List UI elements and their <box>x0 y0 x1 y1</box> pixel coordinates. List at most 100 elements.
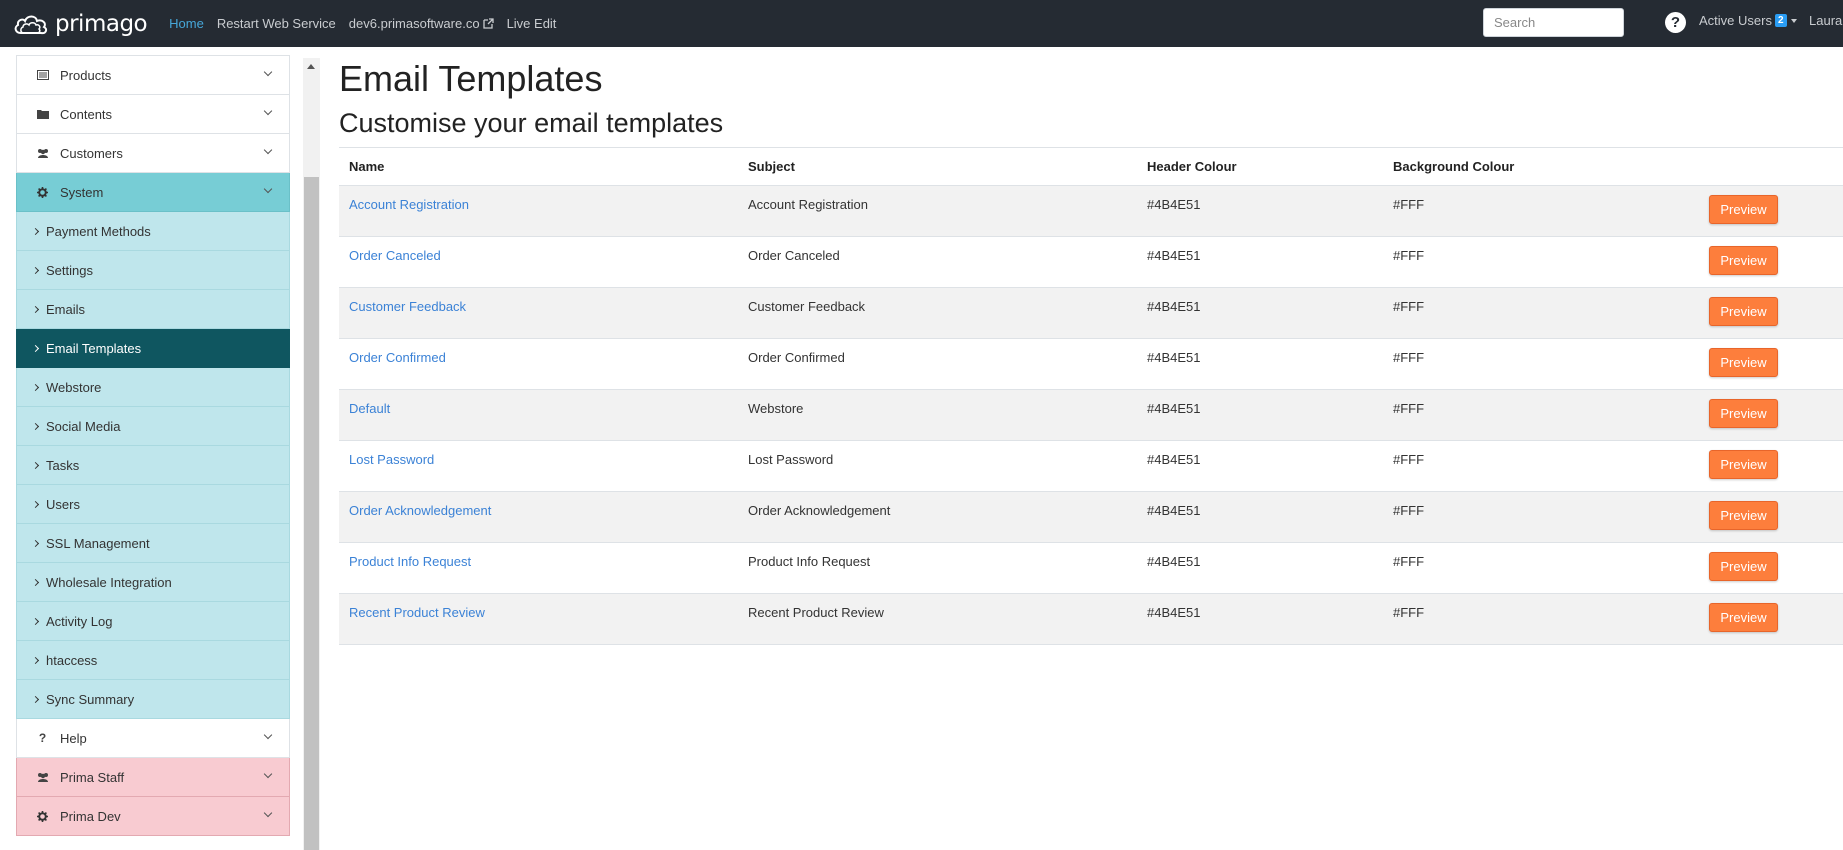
sidebar-subitem-users[interactable]: Users <box>16 485 290 524</box>
sidebar-subitem-ssl-management[interactable]: SSL Management <box>16 524 290 563</box>
nav-home[interactable]: Home <box>169 16 204 31</box>
sidebar-item-contents[interactable]: Contents <box>16 95 290 134</box>
template-header-colour: #4B4E51 <box>1137 185 1383 237</box>
table-row: Product Info Request Product Info Reques… <box>339 542 1843 594</box>
template-name-link[interactable]: Order Acknowledgement <box>339 491 738 543</box>
sidebar-scrollbar[interactable] <box>303 58 320 850</box>
preview-button[interactable]: Preview <box>1709 399 1778 428</box>
chevron-right-icon <box>31 617 40 625</box>
chevron-right-icon <box>31 383 40 391</box>
template-subject: Order Confirmed <box>738 338 1137 390</box>
user-menu[interactable]: Laura <box>1809 13 1842 28</box>
sidebar: Products Contents Customers System Payme… <box>16 55 290 836</box>
preview-button[interactable]: Preview <box>1709 552 1778 581</box>
template-subject: Product Info Request <box>738 542 1137 594</box>
sidebar-item-products[interactable]: Products <box>16 55 290 95</box>
preview-button[interactable]: Preview <box>1709 195 1778 224</box>
brand-name: primago <box>55 10 148 37</box>
gear-icon <box>35 810 50 822</box>
sidebar-subitem-htaccess[interactable]: htaccess <box>16 641 290 680</box>
chevron-down-icon <box>263 67 273 77</box>
scroll-up-arrow-icon[interactable] <box>303 58 320 75</box>
nav-restart-web-service[interactable]: Restart Web Service <box>217 16 336 31</box>
template-subject: Recent Product Review <box>738 593 1137 645</box>
template-name-link[interactable]: Customer Feedback <box>339 287 738 339</box>
sidebar-subitem-sync-summary[interactable]: Sync Summary <box>16 680 290 719</box>
template-name-link[interactable]: Lost Password <box>339 440 738 492</box>
preview-button[interactable]: Preview <box>1709 501 1778 530</box>
template-header-colour: #4B4E51 <box>1137 236 1383 288</box>
template-name-link[interactable]: Order Confirmed <box>339 338 738 390</box>
template-actions-cell: Preview <box>1699 287 1843 339</box>
template-header-colour: #4B4E51 <box>1137 440 1383 492</box>
template-name-link[interactable]: Product Info Request <box>339 542 738 594</box>
template-header-colour: #4B4E51 <box>1137 542 1383 594</box>
sidebar-subitem-social-media[interactable]: Social Media <box>16 407 290 446</box>
active-users-dropdown[interactable]: Active Users 2 <box>1699 13 1797 28</box>
chevron-right-icon <box>31 656 40 664</box>
sidebar-subitem-emails[interactable]: Emails <box>16 290 290 329</box>
sidebar-item-prima-dev[interactable]: Prima Dev <box>16 797 290 836</box>
table-row: Order Confirmed Order Confirmed #4B4E51 … <box>339 338 1843 390</box>
template-subject: Account Registration <box>738 185 1137 237</box>
sidebar-subitem-webstore[interactable]: Webstore <box>16 368 290 407</box>
search-input[interactable] <box>1483 8 1624 37</box>
top-navbar: primago Home Restart Web Service dev6.pr… <box>0 0 1843 47</box>
chevron-down-icon <box>263 106 273 116</box>
template-background-colour: #FFF <box>1383 185 1699 237</box>
sidebar-subitem-wholesale-integration[interactable]: Wholesale Integration <box>16 563 290 602</box>
sidebar-subitem-tasks[interactable]: Tasks <box>16 446 290 485</box>
sidebar-subitem-label: Settings <box>46 262 93 278</box>
preview-button[interactable]: Preview <box>1709 450 1778 479</box>
chevron-right-icon <box>31 305 40 313</box>
scrollbar-thumb[interactable] <box>304 177 319 850</box>
template-name-link[interactable]: Recent Product Review <box>339 593 738 645</box>
template-header-colour: #4B4E51 <box>1137 287 1383 339</box>
template-name-link[interactable]: Default <box>339 389 738 441</box>
brand-logo[interactable]: primago <box>12 0 148 47</box>
sidebar-subitem-payment-methods[interactable]: Payment Methods <box>16 212 290 251</box>
chevron-down-icon <box>263 184 273 194</box>
sidebar-item-help[interactable]: ? Help <box>16 719 290 758</box>
sidebar-subitem-label: SSL Management <box>46 535 150 551</box>
preview-button[interactable]: Preview <box>1709 246 1778 275</box>
page-subtitle: Customise your email templates <box>339 108 724 138</box>
template-name-link[interactable]: Account Registration <box>339 185 738 237</box>
preview-button[interactable]: Preview <box>1709 348 1778 377</box>
chevron-right-icon <box>31 422 40 430</box>
sidebar-subitem-email-templates[interactable]: Email Templates <box>16 329 290 368</box>
table-row: Customer Feedback Customer Feedback #4B4… <box>339 287 1843 339</box>
sidebar-subitem-label: Webstore <box>46 379 102 395</box>
sidebar-item-customers[interactable]: Customers <box>16 134 290 173</box>
sidebar-item-label: Prima Staff <box>60 769 125 785</box>
column-header-actions <box>1699 147 1843 186</box>
cloud-logo-icon <box>14 15 48 34</box>
main-content: Email Templates Customise your email tem… <box>339 55 1843 645</box>
chevron-right-icon <box>31 578 40 586</box>
sidebar-subitem-settings[interactable]: Settings <box>16 251 290 290</box>
template-background-colour: #FFF <box>1383 440 1699 492</box>
template-actions-cell: Preview <box>1699 338 1843 390</box>
sidebar-item-system[interactable]: System <box>16 173 290 212</box>
template-background-colour: #FFF <box>1383 236 1699 288</box>
users-icon <box>35 148 50 158</box>
preview-button[interactable]: Preview <box>1709 297 1778 326</box>
template-name-link[interactable]: Order Canceled <box>339 236 738 288</box>
email-templates-table: Name Subject Header Colour Background Co… <box>339 147 1843 645</box>
chevron-right-icon <box>31 266 40 274</box>
help-icon[interactable]: ? <box>1665 12 1686 33</box>
chevron-down-icon <box>263 145 273 155</box>
nav-site-link[interactable]: dev6.primasoftware.co <box>349 16 494 31</box>
sidebar-subitem-label: htaccess <box>46 652 98 668</box>
preview-button[interactable]: Preview <box>1709 603 1778 632</box>
template-actions-cell: Preview <box>1699 491 1843 543</box>
table-row: Account Registration Account Registratio… <box>339 185 1843 237</box>
question-icon: ? <box>38 731 47 745</box>
chevron-down-icon <box>263 730 273 740</box>
nav-links: Home Restart Web Service dev6.primasoftw… <box>169 16 569 31</box>
sidebar-item-prima-staff[interactable]: Prima Staff <box>16 758 290 797</box>
sidebar-subitem-activity-log[interactable]: Activity Log <box>16 602 290 641</box>
template-header-colour: #4B4E51 <box>1137 491 1383 543</box>
page-title: Email Templates <box>339 58 603 99</box>
nav-live-edit[interactable]: Live Edit <box>507 16 557 31</box>
